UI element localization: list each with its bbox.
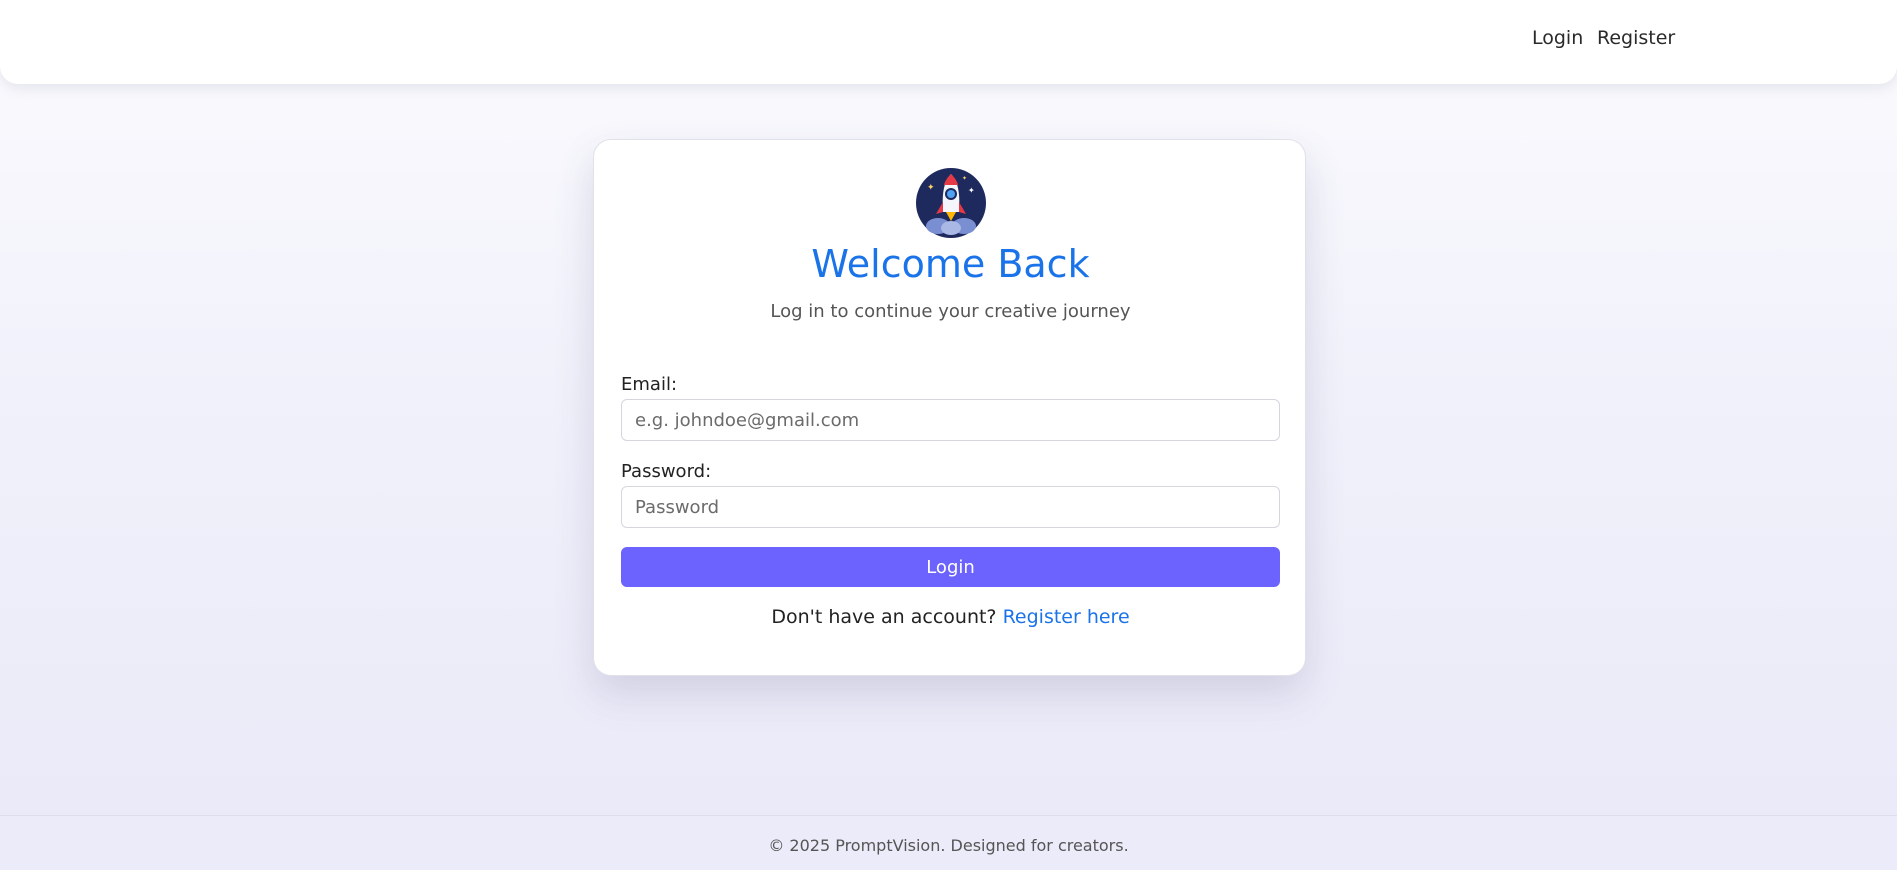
login-button[interactable]: Login (621, 547, 1280, 587)
register-prompt: Don't have an account? Register here (594, 606, 1307, 628)
page-title: Welcome Back (811, 242, 1090, 286)
svg-text:✦: ✦ (962, 175, 967, 182)
footer: © 2025 PromptVision. Designed for creato… (0, 815, 1897, 870)
register-here-link[interactable]: Register here (1003, 606, 1130, 628)
register-prompt-text: Don't have an account? (771, 606, 1003, 628)
email-input[interactable] (621, 399, 1280, 441)
password-label: Password: (621, 461, 712, 482)
nav-register-link[interactable]: Register (1597, 27, 1675, 49)
svg-text:✦: ✦ (927, 183, 935, 193)
page-subtitle: Log in to continue your creative journey (770, 301, 1131, 322)
top-navbar: Login Register (0, 0, 1897, 84)
svg-text:✦: ✦ (968, 186, 975, 195)
rocket-icon: ✦ ✦ ✦ (916, 168, 986, 238)
login-card: ✦ ✦ ✦ Welcome Back Log in to continue yo… (593, 139, 1306, 676)
password-input[interactable] (621, 486, 1280, 528)
footer-copyright: © 2025 PromptVision. Designed for creato… (768, 836, 1129, 855)
email-label: Email: (621, 374, 678, 395)
nav-login-link[interactable]: Login (1532, 27, 1583, 49)
